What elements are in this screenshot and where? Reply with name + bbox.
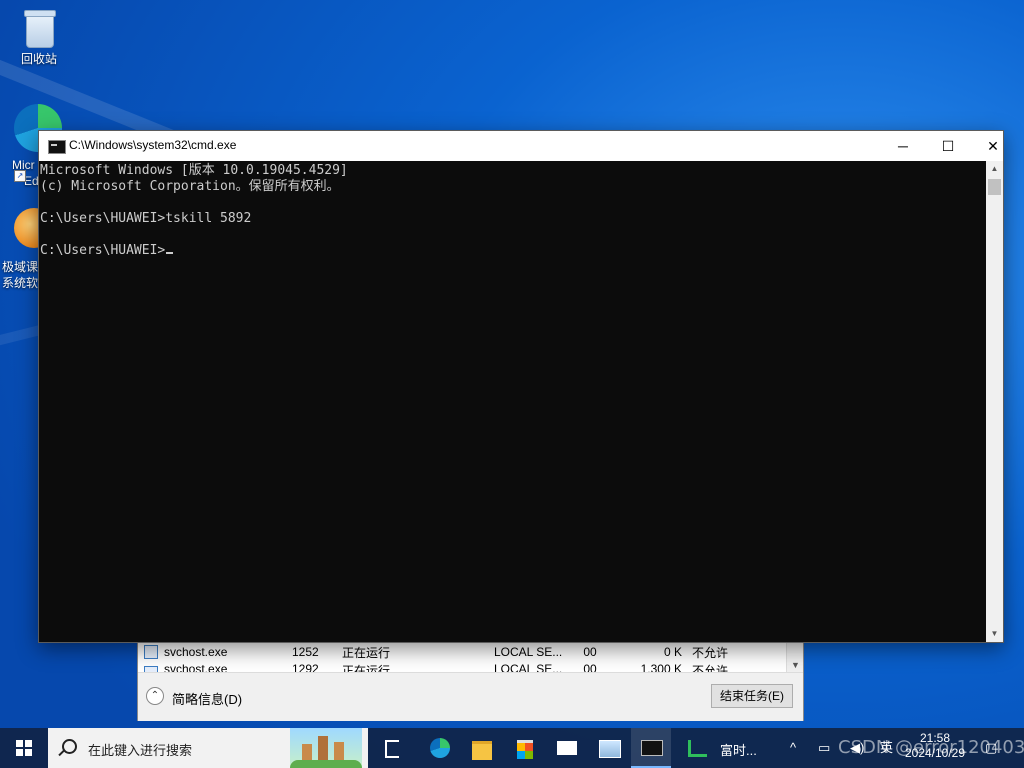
futu-icon — [688, 740, 707, 757]
task-manager-scrollbar[interactable]: ▼ — [786, 642, 803, 672]
process-status: 正在运行 — [342, 645, 391, 660]
desktop-icon-label: Ed — [24, 174, 39, 188]
futu-label: 富时... — [720, 743, 757, 758]
start-button[interactable] — [0, 728, 48, 768]
tray-chevron-icon[interactable]: ^ — [790, 728, 796, 768]
store-icon — [517, 740, 533, 759]
console-prompt: C:\Users\HUAWEI> — [40, 243, 166, 258]
search-highlight-image — [290, 728, 362, 768]
edge-icon — [430, 738, 450, 758]
minimize-button[interactable]: ─ — [880, 131, 926, 161]
taskbar-mail[interactable] — [547, 728, 587, 768]
process-cpu: 00 — [583, 662, 597, 672]
scroll-down-icon[interactable]: ▼ — [791, 660, 800, 670]
brief-info-link[interactable]: 简略信息(D) — [172, 689, 242, 708]
windows-logo-icon — [16, 740, 32, 756]
desktop-icon-recycle-bin[interactable]: 回收站 — [0, 8, 78, 67]
process-pid: 1292 — [292, 662, 319, 672]
task-view-button[interactable] — [372, 728, 412, 768]
console-line: C:\Users\HUAWEI>tskill 5892 — [40, 211, 252, 226]
taskbar-task-manager[interactable] — [589, 728, 629, 768]
task-manager-icon — [599, 740, 621, 758]
window-title: C:\Windows\system32\cmd.exe — [69, 138, 237, 152]
console-icon — [48, 140, 66, 154]
taskbar-cmd[interactable] — [631, 728, 671, 768]
process-name: svchost.exe — [164, 645, 228, 659]
search-icon — [62, 739, 77, 754]
process-name: svchost.exe — [164, 662, 228, 672]
desktop-icon-label: 极域课 — [2, 260, 39, 274]
scroll-thumb[interactable] — [988, 179, 1001, 195]
process-uac: 不允许 — [692, 645, 729, 660]
csdn-watermark: CSDN @error120403 — [838, 737, 1024, 758]
process-memory: 0 K — [663, 645, 682, 659]
process-memory: 1,300 K — [640, 662, 682, 672]
process-uac: 不允许 — [692, 664, 729, 672]
scroll-up-icon[interactable]: ▲ — [986, 161, 1003, 177]
taskbar-search-box[interactable]: 在此键入进行搜索 — [48, 728, 368, 768]
end-task-button[interactable]: 结束任务(E) — [711, 684, 793, 708]
cmd-titlebar[interactable]: C:\Windows\system32\cmd.exe ─ ☐ ✕ — [39, 131, 1003, 161]
task-manager-footer: ⌃ 简略信息(D) 结束任务(E) — [138, 672, 803, 721]
maximize-button[interactable]: ☐ — [925, 131, 971, 161]
console-output[interactable]: Microsoft Windows [版本 10.0.19045.4529] (c… — [39, 161, 983, 642]
table-row[interactable]: svchost.exe 1292 正在运行 LOCAL SE... 00 1,3… — [138, 662, 788, 672]
process-icon — [144, 645, 158, 659]
scroll-down-icon[interactable]: ▼ — [986, 626, 1003, 642]
console-line: Microsoft Windows [版本 10.0.19045.4529] — [40, 163, 348, 178]
table-row[interactable]: svchost.exe 1252 正在运行 LOCAL SE... 00 0 K… — [138, 642, 788, 662]
folder-icon — [472, 741, 492, 760]
process-cpu: 00 — [583, 645, 597, 659]
taskbar-edge[interactable] — [420, 728, 460, 768]
desktop-icon-label: 系统软 — [2, 276, 39, 290]
console-prompt-line: C:\Users\HUAWEI> — [40, 243, 982, 259]
text-cursor — [166, 252, 174, 254]
process-pid: 1252 — [292, 645, 319, 659]
desktop-icon-label: 回收站 — [20, 52, 57, 66]
console-line: (c) Microsoft Corporation。保留所有权利。 — [40, 179, 340, 194]
chevron-up-icon[interactable]: ⌃ — [146, 687, 164, 705]
process-user: LOCAL SE... — [494, 645, 563, 659]
console-icon — [641, 740, 663, 756]
process-status: 正在运行 — [342, 664, 391, 672]
process-user: LOCAL SE... — [494, 662, 563, 672]
cmd-window: C:\Windows\system32\cmd.exe ─ ☐ ✕ Micros… — [38, 130, 1004, 643]
network-icon[interactable]: ▭ — [818, 728, 830, 768]
task-view-icon — [385, 740, 399, 758]
search-placeholder: 在此键入进行搜索 — [88, 743, 193, 758]
taskbar-file-explorer[interactable] — [462, 728, 502, 768]
close-button[interactable]: ✕ — [970, 131, 1016, 161]
mail-icon — [557, 741, 577, 755]
recycle-bin-icon — [22, 8, 56, 48]
shortcut-arrow-icon: ↗ — [14, 170, 26, 182]
cmd-scrollbar[interactable]: ▲ ▼ — [986, 161, 1003, 642]
taskbar-store[interactable] — [505, 728, 545, 768]
